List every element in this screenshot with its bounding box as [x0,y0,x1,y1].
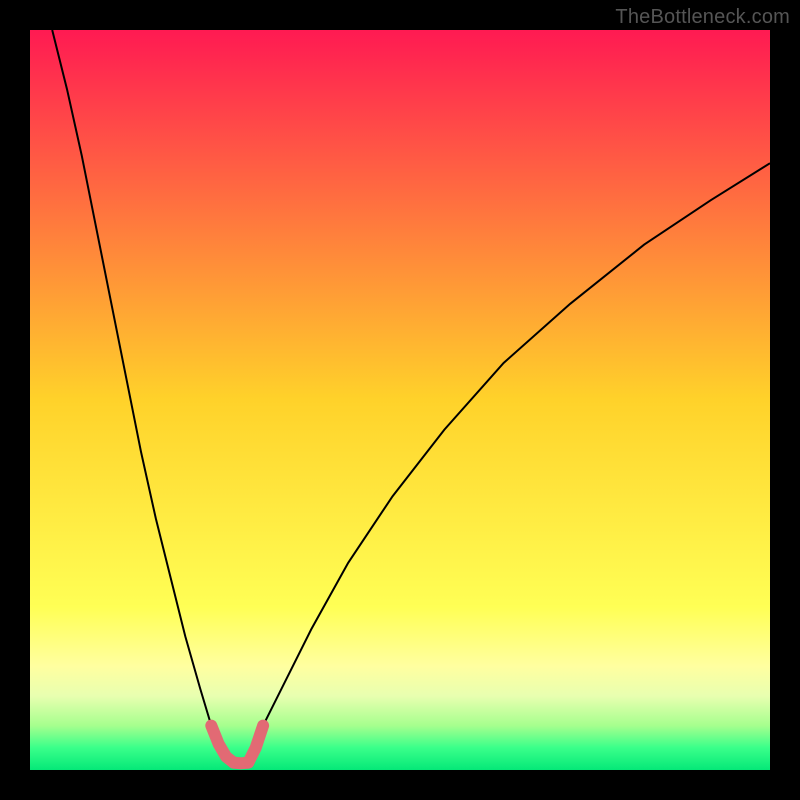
chart-background [30,30,770,770]
watermark-text: TheBottleneck.com [615,6,790,29]
bottleneck-chart [30,30,770,770]
chart-frame [30,30,770,770]
